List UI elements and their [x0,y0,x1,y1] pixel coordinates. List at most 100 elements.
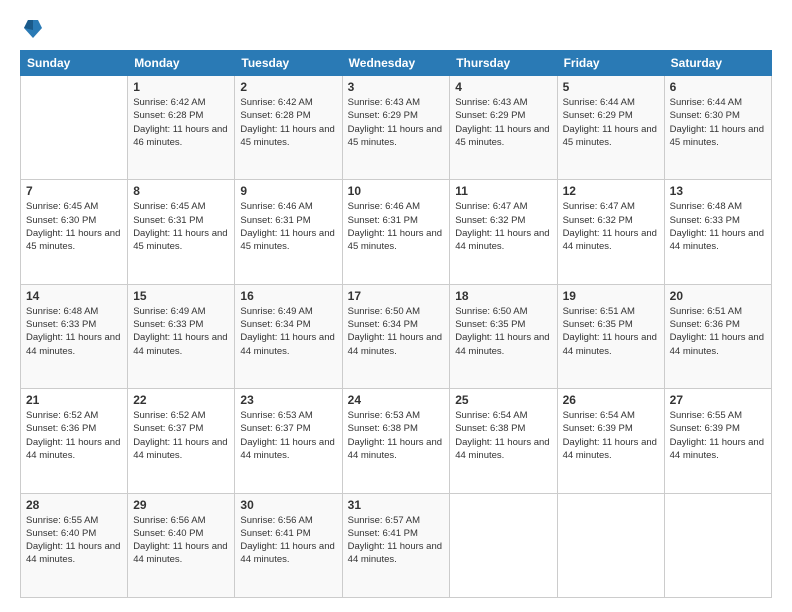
daylight-label: Daylight: 11 hours and 44 minutes. [455,332,549,356]
sunset-label: Sunset: 6:31 PM [348,215,418,226]
day-number: 24 [348,393,445,407]
daylight-label: Daylight: 11 hours and 44 minutes. [348,541,442,565]
sunrise-label: Sunrise: 6:53 AM [240,410,312,421]
day-number: 20 [670,289,766,303]
sunset-label: Sunset: 6:29 PM [348,110,418,121]
sunrise-label: Sunrise: 6:52 AM [133,410,205,421]
logo [20,18,42,40]
day-number: 8 [133,184,229,198]
sunrise-label: Sunrise: 6:47 AM [455,201,527,212]
sunset-label: Sunset: 6:38 PM [455,423,525,434]
sunrise-label: Sunrise: 6:52 AM [26,410,98,421]
day-info: Sunrise: 6:54 AM Sunset: 6:39 PM Dayligh… [563,409,659,462]
day-number: 14 [26,289,122,303]
sunrise-label: Sunrise: 6:56 AM [133,515,205,526]
sunrise-label: Sunrise: 6:55 AM [670,410,742,421]
day-cell: 15 Sunrise: 6:49 AM Sunset: 6:33 PM Dayl… [128,284,235,388]
week-row-1: 1 Sunrise: 6:42 AM Sunset: 6:28 PM Dayli… [21,76,772,180]
sunrise-label: Sunrise: 6:44 AM [670,97,742,108]
daylight-label: Daylight: 11 hours and 45 minutes. [563,124,657,148]
daylight-label: Daylight: 11 hours and 45 minutes. [455,124,549,148]
day-number: 29 [133,498,229,512]
sunset-label: Sunset: 6:32 PM [563,215,633,226]
day-number: 28 [26,498,122,512]
daylight-label: Daylight: 11 hours and 44 minutes. [26,332,120,356]
daylight-label: Daylight: 11 hours and 44 minutes. [563,228,657,252]
day-cell: 14 Sunrise: 6:48 AM Sunset: 6:33 PM Dayl… [21,284,128,388]
day-cell: 22 Sunrise: 6:52 AM Sunset: 6:37 PM Dayl… [128,389,235,493]
sunrise-label: Sunrise: 6:51 AM [563,306,635,317]
sunset-label: Sunset: 6:28 PM [133,110,203,121]
day-info: Sunrise: 6:54 AM Sunset: 6:38 PM Dayligh… [455,409,551,462]
day-number: 21 [26,393,122,407]
week-row-3: 14 Sunrise: 6:48 AM Sunset: 6:33 PM Dayl… [21,284,772,388]
day-number: 13 [670,184,766,198]
header-row: SundayMondayTuesdayWednesdayThursdayFrid… [21,51,772,76]
daylight-label: Daylight: 11 hours and 44 minutes. [455,437,549,461]
day-number: 27 [670,393,766,407]
header-cell-monday: Monday [128,51,235,76]
day-number: 1 [133,80,229,94]
sunset-label: Sunset: 6:33 PM [133,319,203,330]
day-cell: 10 Sunrise: 6:46 AM Sunset: 6:31 PM Dayl… [342,180,450,284]
day-cell: 5 Sunrise: 6:44 AM Sunset: 6:29 PM Dayli… [557,76,664,180]
day-number: 30 [240,498,336,512]
day-number: 11 [455,184,551,198]
day-number: 12 [563,184,659,198]
day-cell [21,76,128,180]
day-info: Sunrise: 6:55 AM Sunset: 6:39 PM Dayligh… [670,409,766,462]
day-info: Sunrise: 6:56 AM Sunset: 6:41 PM Dayligh… [240,514,336,567]
day-info: Sunrise: 6:45 AM Sunset: 6:31 PM Dayligh… [133,200,229,253]
day-cell: 19 Sunrise: 6:51 AM Sunset: 6:35 PM Dayl… [557,284,664,388]
day-info: Sunrise: 6:51 AM Sunset: 6:36 PM Dayligh… [670,305,766,358]
header [20,18,772,40]
sunrise-label: Sunrise: 6:46 AM [348,201,420,212]
day-cell: 26 Sunrise: 6:54 AM Sunset: 6:39 PM Dayl… [557,389,664,493]
sunset-label: Sunset: 6:34 PM [348,319,418,330]
sunrise-label: Sunrise: 6:50 AM [455,306,527,317]
day-number: 3 [348,80,445,94]
day-info: Sunrise: 6:52 AM Sunset: 6:37 PM Dayligh… [133,409,229,462]
day-number: 2 [240,80,336,94]
sunrise-label: Sunrise: 6:54 AM [563,410,635,421]
daylight-label: Daylight: 11 hours and 44 minutes. [26,541,120,565]
day-number: 16 [240,289,336,303]
day-info: Sunrise: 6:55 AM Sunset: 6:40 PM Dayligh… [26,514,122,567]
header-cell-thursday: Thursday [450,51,557,76]
sunset-label: Sunset: 6:40 PM [133,528,203,539]
day-number: 9 [240,184,336,198]
day-cell: 27 Sunrise: 6:55 AM Sunset: 6:39 PM Dayl… [664,389,771,493]
daylight-label: Daylight: 11 hours and 44 minutes. [348,437,442,461]
sunset-label: Sunset: 6:33 PM [26,319,96,330]
day-number: 25 [455,393,551,407]
sunset-label: Sunset: 6:38 PM [348,423,418,434]
day-info: Sunrise: 6:50 AM Sunset: 6:34 PM Dayligh… [348,305,445,358]
daylight-label: Daylight: 11 hours and 45 minutes. [26,228,120,252]
day-info: Sunrise: 6:49 AM Sunset: 6:33 PM Dayligh… [133,305,229,358]
sunrise-label: Sunrise: 6:46 AM [240,201,312,212]
daylight-label: Daylight: 11 hours and 44 minutes. [563,437,657,461]
sunrise-label: Sunrise: 6:49 AM [133,306,205,317]
daylight-label: Daylight: 11 hours and 44 minutes. [133,332,227,356]
sunset-label: Sunset: 6:41 PM [240,528,310,539]
sunset-label: Sunset: 6:31 PM [133,215,203,226]
header-cell-saturday: Saturday [664,51,771,76]
sunrise-label: Sunrise: 6:51 AM [670,306,742,317]
day-number: 26 [563,393,659,407]
day-cell: 21 Sunrise: 6:52 AM Sunset: 6:36 PM Dayl… [21,389,128,493]
daylight-label: Daylight: 11 hours and 44 minutes. [670,332,764,356]
day-cell: 25 Sunrise: 6:54 AM Sunset: 6:38 PM Dayl… [450,389,557,493]
day-number: 17 [348,289,445,303]
day-number: 5 [563,80,659,94]
sunrise-label: Sunrise: 6:47 AM [563,201,635,212]
daylight-label: Daylight: 11 hours and 44 minutes. [133,541,227,565]
sunset-label: Sunset: 6:39 PM [670,423,740,434]
day-cell: 2 Sunrise: 6:42 AM Sunset: 6:28 PM Dayli… [235,76,342,180]
sunset-label: Sunset: 6:34 PM [240,319,310,330]
daylight-label: Daylight: 11 hours and 45 minutes. [133,228,227,252]
daylight-label: Daylight: 11 hours and 44 minutes. [240,332,334,356]
sunrise-label: Sunrise: 6:43 AM [455,97,527,108]
day-info: Sunrise: 6:44 AM Sunset: 6:29 PM Dayligh… [563,96,659,149]
sunset-label: Sunset: 6:39 PM [563,423,633,434]
sunset-label: Sunset: 6:31 PM [240,215,310,226]
